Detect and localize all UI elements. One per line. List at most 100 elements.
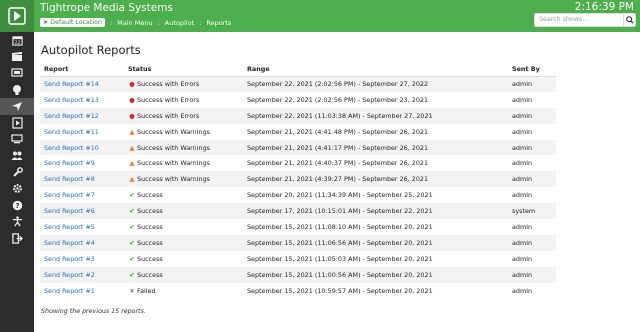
main-content: Autopilot Reports Report Status Range Se… (40, 32, 640, 332)
table-row: Send Report #13 ● Success with Errors Septe… (40, 92, 556, 108)
search-icon (625, 16, 634, 24)
report-link[interactable]: Send Report #8 (44, 175, 95, 183)
sent-by-cell: admin (512, 107, 556, 124)
wrench-icon (12, 166, 23, 177)
table-row: Send Report #2 ✔ Success September 15, 2021… (40, 266, 556, 283)
crumb-reports[interactable]: Reports (206, 19, 231, 27)
accessibility-icon (12, 216, 22, 227)
table-row: Send Report #12 ● Success with Errors Septe… (40, 107, 556, 124)
status-warning-icon: ▲ (129, 127, 135, 136)
location-label: Default Location (50, 19, 102, 26)
status-warning-icon: ▲ (129, 175, 135, 184)
crumb-main-menu[interactable]: Main Menu (117, 19, 152, 27)
range-cell: September 15, 2021 (11:00:56 AM) - Septe… (247, 266, 512, 283)
top-bar: Tightrope Media Systems ➤ Default Locati… (0, 0, 640, 32)
screen-icon (11, 68, 23, 77)
sent-by-cell: admin (512, 171, 556, 188)
sidebar-item-users[interactable] (0, 148, 34, 165)
sidebar-item-signout[interactable] (0, 230, 34, 247)
report-link[interactable]: Send Report #1 (44, 287, 95, 295)
reports-count-note: Showing the previous 15 reports. (41, 308, 146, 315)
sidebar-item-autopilot[interactable] (0, 98, 34, 115)
table-row: Send Report #9 ▲ Success with Warnings Sept… (40, 155, 556, 171)
svg-text:?: ? (15, 202, 19, 210)
sent-by-cell: admin (512, 139, 556, 156)
media-icon (11, 117, 23, 129)
sent-by-cell: admin (512, 286, 533, 295)
report-link[interactable]: Send Report #9 (44, 159, 95, 167)
report-link[interactable]: Send Report #3 (44, 255, 95, 263)
sent-by-cell: admin (512, 254, 533, 263)
gear-icon (12, 184, 22, 194)
report-link[interactable]: Send Report #7 (44, 191, 95, 199)
location-badge[interactable]: ➤ Default Location (40, 18, 105, 27)
lightbulb-icon (13, 84, 21, 95)
status-text: Success (137, 207, 163, 216)
report-link[interactable]: Send Report #5 (44, 223, 95, 231)
sent-by-cell: admin (512, 127, 533, 136)
sidebar-item-tools[interactable] (0, 164, 34, 181)
sidebar-item-shows[interactable] (0, 49, 34, 66)
range-cell: September 22, 2021 (11:03:38 AM) - Septe… (247, 107, 512, 124)
sent-by-cell: admin (512, 234, 556, 251)
range-cell: September 15, 2021 (11:05:03 AM) - Septe… (247, 254, 433, 263)
sidebar-item-media[interactable] (0, 115, 34, 132)
logo-icon (8, 7, 26, 25)
report-link[interactable]: Send Report #10 (44, 144, 99, 152)
status-warning-icon: ▲ (129, 159, 135, 168)
table-row: Send Report #1 ✕ Failed September 15, 2021 … (40, 283, 556, 299)
search-button[interactable] (624, 13, 636, 27)
table-row: Send Report #5 ✔ Success September 15, 2021… (40, 219, 556, 235)
range-cell: September 15, 2021 (11:08:10 AM) - Septe… (247, 222, 433, 231)
table-row: Send Report #8 ▲ Success with Warnings Sept… (40, 171, 556, 188)
sent-by-cell: admin (512, 266, 556, 283)
sidebar-item-screens[interactable] (0, 65, 34, 82)
sidebar-item-schedule[interactable]: 22 (0, 32, 34, 49)
range-cell: September 15, 2021 (10:59:57 AM) - Septe… (247, 286, 433, 295)
sidebar-item-monitor[interactable] (0, 131, 34, 148)
report-link[interactable]: Send Report #12 (44, 112, 99, 120)
sidebar-item-settings[interactable] (0, 181, 34, 198)
report-link[interactable]: Send Report #6 (44, 207, 95, 215)
app-title: Tightrope Media Systems (40, 2, 173, 14)
range-cell: September 22, 2021 (2:02:56 PM) - Septem… (247, 76, 512, 92)
range-cell: September 21, 2021 (4:40:37 PM) - Septem… (247, 159, 429, 168)
sidebar-item-accessibility[interactable] (0, 214, 34, 231)
status-text: Success (137, 222, 163, 231)
sidebar-item-ideas[interactable] (0, 82, 34, 99)
status-text: Success (137, 270, 163, 279)
column-header-sent-by: Sent By (512, 62, 556, 77)
range-cell: September 17, 2021 (10:15:01 AM) - Septe… (247, 203, 512, 220)
location-arrow-icon: ➤ (43, 19, 49, 26)
status-text: Success with Errors (137, 80, 200, 89)
column-header-range: Range (247, 62, 512, 77)
status-success-icon: ✔ (129, 207, 135, 216)
table-row: Send Report #11 ▲ Success with Warnings Sep… (40, 124, 556, 140)
send-icon (12, 101, 22, 111)
range-cell: September 20, 2021 (11:34:39 AM) - Septe… (247, 191, 433, 200)
status-success-icon: ✔ (129, 254, 135, 263)
report-link[interactable]: Send Report #13 (44, 96, 99, 104)
report-link[interactable]: Send Report #4 (44, 239, 95, 247)
sent-by-cell: admin (512, 95, 533, 104)
status-error-icon: ● (129, 111, 135, 120)
range-cell: September 21, 2021 (4:39:27 PM) - Septem… (247, 171, 512, 188)
table-row: Send Report #7 ✔ Success September 20, 2021… (40, 187, 556, 203)
report-link[interactable]: Send Report #2 (44, 271, 95, 279)
sidebar-item-help[interactable]: ? (0, 197, 34, 214)
app-logo[interactable] (0, 0, 34, 32)
range-cell: September 21, 2021 (4:41:17 PM) - Septem… (247, 139, 512, 156)
status-text: Success with Warnings (137, 159, 210, 168)
report-link[interactable]: Send Report #11 (44, 128, 99, 136)
status-text: Success with Warnings (137, 175, 210, 184)
status-text: Success (137, 191, 163, 200)
status-text: Success with Errors (137, 95, 200, 104)
crumb-autopilot[interactable]: Autopilot (165, 19, 194, 27)
reports-table-body: Send Report #14 ● Success with Errors Septe… (40, 76, 556, 298)
clock: 2:16:39 PM (574, 1, 634, 13)
table-row: Send Report #10 ▲ Success with Warnings Sep… (40, 139, 556, 156)
report-link[interactable]: Send Report #14 (44, 80, 99, 88)
status-text: Failed (137, 286, 156, 295)
sent-by-cell: admin (512, 222, 533, 231)
search-input[interactable]: Search shows... (534, 13, 624, 27)
